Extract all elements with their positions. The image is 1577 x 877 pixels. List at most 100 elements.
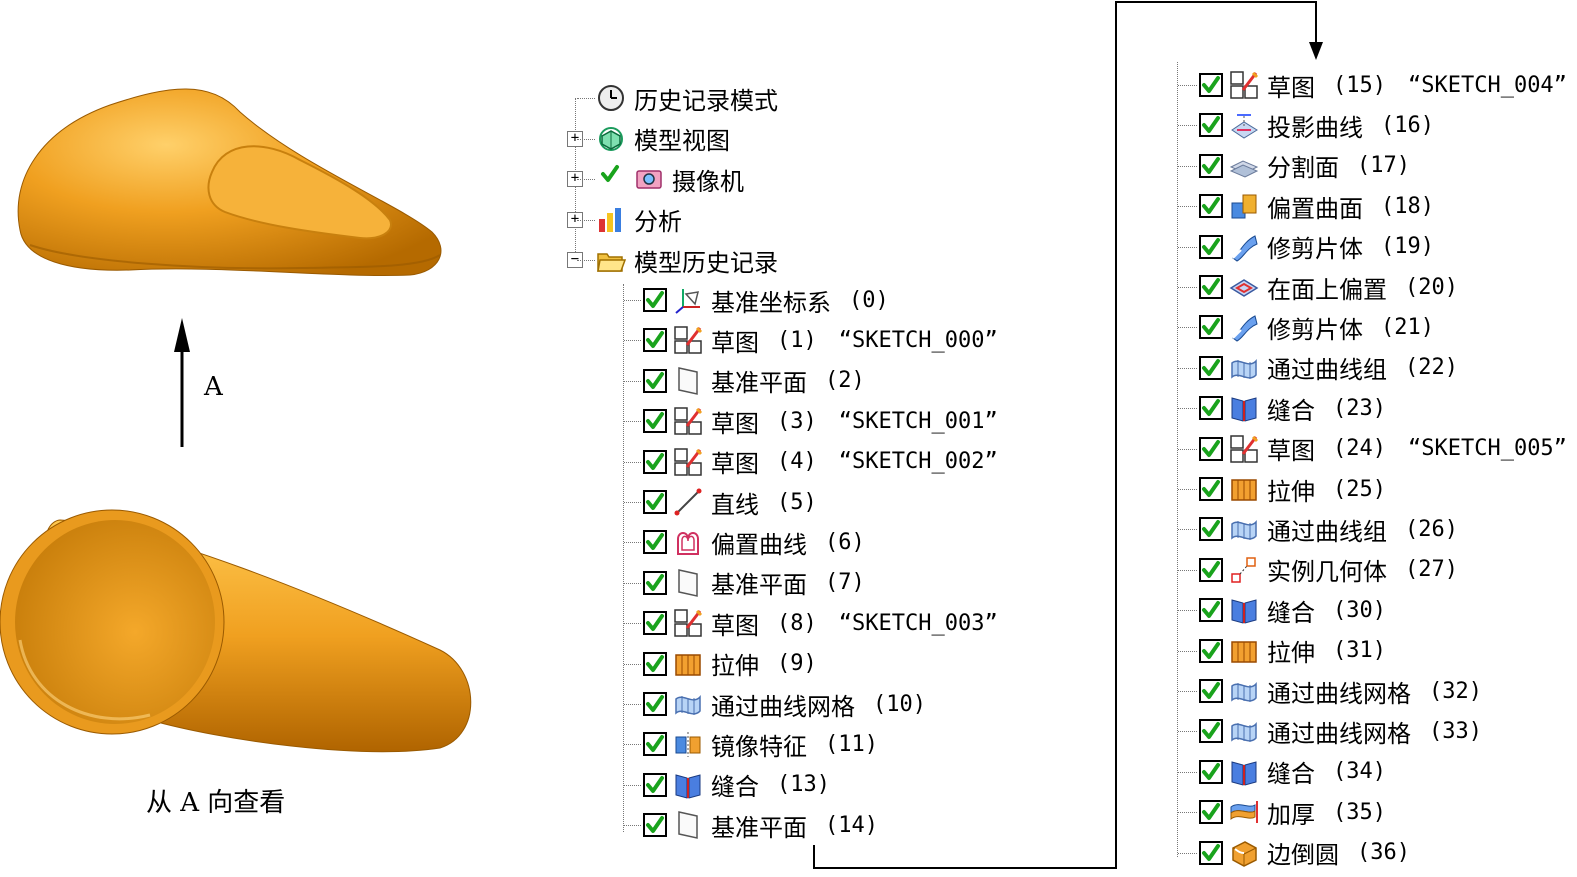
feature-checkbox[interactable] [1199,234,1223,259]
feature-checkbox[interactable] [643,409,667,434]
feature-checkbox[interactable] [643,732,667,757]
feature-checkbox[interactable] [1199,759,1223,784]
feature-index: (30) [1333,597,1386,623]
history-feature-row[interactable]: 边倒圆 (36) [1199,837,1410,869]
analysis-icon [596,205,626,235]
feature-name: 缝合 [1267,598,1315,627]
history-feature-row[interactable]: 基准平面 (7) [643,567,865,599]
tree-branch-line [1178,125,1197,127]
tree-node-label: 摄像机 [672,167,744,196]
tree-branch-line [624,623,641,625]
feature-checkbox[interactable] [643,449,667,474]
tree-node-analysis[interactable]: 分析 [596,204,682,236]
feature-checkbox[interactable] [643,611,667,636]
tree-node-clock[interactable]: 历史记录模式 [596,82,778,115]
history-feature-row[interactable]: 偏置曲线 (6) [643,526,865,559]
feature-name: 边倒圆 [1267,841,1339,870]
feature-checkbox[interactable] [1199,679,1223,703]
tree-branch-line [624,542,641,544]
history-feature-row[interactable]: 基准平面 (14) [643,809,878,842]
history-feature-row[interactable]: 基准坐标系 (0) [643,284,889,317]
feature-checkbox[interactable] [1199,598,1223,623]
feature-checkbox[interactable] [643,288,667,312]
history-feature-row[interactable]: 拉伸 (9) [643,648,817,680]
sketch-icon [1229,70,1259,100]
feature-checkbox[interactable] [643,772,667,797]
sew-icon [1229,393,1259,423]
history-feature-row[interactable]: 缝合 (34) [1199,756,1386,788]
feature-name: 通过曲线网格 [1267,679,1411,708]
feature-name: 基准坐标系 [711,288,831,317]
feature-checkbox[interactable] [1199,477,1223,501]
feature-index: (4) [777,449,817,475]
part-views [0,88,472,753]
history-feature-row[interactable]: 通过曲线网格 (33) [1199,715,1482,748]
tree-node-model-views[interactable]: 模型视图 [596,123,730,155]
history-feature-row[interactable]: 修剪片体 (21) [1199,311,1434,344]
history-feature-row[interactable]: 草图 (24) “SKETCH_005” [1199,433,1567,465]
history-feature-row[interactable]: 加厚 (35) [1199,796,1386,829]
history-feature-row[interactable]: 草图 (8) “SKETCH_003” [643,607,998,640]
history-feature-row[interactable]: 通过曲线网格 (10) [643,688,926,721]
feature-checkbox[interactable] [1199,153,1223,178]
history-feature-row[interactable]: 镜像特征 (11) [643,728,878,761]
history-feature-row[interactable]: 拉伸 (31) [1199,635,1386,667]
feature-index: (11) [825,731,878,757]
history-feature-row[interactable]: 通过曲线组 (22) [1199,352,1458,384]
feature-checkbox[interactable] [643,328,667,353]
feature-checkbox[interactable] [1199,436,1223,461]
sketch-icon [673,406,703,436]
feature-checkbox[interactable] [1199,113,1223,138]
history-feature-row[interactable]: 修剪片体 (19) [1199,231,1434,263]
feature-checkbox[interactable] [1199,557,1223,582]
history-feature-row[interactable]: 草图 (4) “SKETCH_002” [643,446,998,478]
feature-checkbox[interactable] [643,570,667,595]
tree-branch-line [1178,489,1197,490]
feature-checkbox[interactable] [1199,840,1223,865]
feature-index: (5) [777,489,817,515]
feature-checkbox[interactable] [643,368,667,393]
feature-index: (3) [777,408,817,434]
feature-checkbox[interactable] [1199,638,1223,663]
feature-checkbox[interactable] [1199,194,1223,219]
feature-checkbox[interactable] [1199,275,1223,299]
feature-checkbox[interactable] [1199,800,1223,825]
feature-name: 通过曲线组 [1267,517,1387,546]
extrude-icon [673,649,703,679]
feature-checkbox[interactable] [1199,315,1223,340]
history-feature-row[interactable]: 投影曲线 (16) [1199,109,1434,142]
history-feature-row[interactable]: 草图 (1) “SKETCH_000” [643,324,998,357]
feature-checkbox[interactable] [1199,73,1223,97]
history-feature-row[interactable]: 偏置曲面 (18) [1199,190,1434,223]
feature-checkbox[interactable] [643,530,667,555]
history-feature-row[interactable]: 缝合 (13) [643,769,830,801]
history-feature-row[interactable]: 实例几何体 (27) [1199,554,1458,586]
feature-checkbox[interactable] [643,813,667,838]
sketch-icon [673,447,703,477]
history-feature-row[interactable]: 直线 (5) [643,486,817,519]
history-feature-row[interactable]: 缝合 (30) [1199,594,1386,627]
sketch-name: “SKETCH_000” [838,327,998,353]
history-feature-row[interactable]: 在面上偏置 (20) [1199,271,1458,304]
history-feature-row[interactable]: 草图 (15) “SKETCH_004” [1199,69,1567,102]
history-feature-row[interactable]: 通过曲线网格 (32) [1199,675,1482,708]
feature-name: 偏置曲线 [711,530,807,559]
history-feature-row[interactable]: 缝合 (23) [1199,392,1386,425]
history-feature-row[interactable]: 基准平面 (2) [643,365,865,397]
feature-checkbox[interactable] [1199,719,1223,744]
history-feature-row[interactable]: 草图 (3) “SKETCH_001” [643,405,998,438]
feature-checkbox[interactable] [1199,396,1223,421]
history-feature-row[interactable]: 拉伸 (25) [1199,473,1386,506]
tree-branch-line [1178,610,1197,612]
feature-checkbox[interactable] [643,651,667,676]
feature-name: 缝合 [1267,396,1315,425]
sketch-icon [673,325,703,355]
history-feature-row[interactable]: 分割面 (17) [1199,150,1410,182]
feature-checkbox[interactable] [1199,517,1223,542]
history-feature-row[interactable]: 通过曲线组 (26) [1199,513,1458,546]
tree-node-open-folder[interactable]: 模型历史记录 [596,244,778,277]
feature-checkbox[interactable] [1199,355,1223,380]
tree-node-camera[interactable]: 摄像机 [600,163,744,196]
feature-checkbox[interactable] [643,490,667,514]
feature-checkbox[interactable] [643,692,667,716]
